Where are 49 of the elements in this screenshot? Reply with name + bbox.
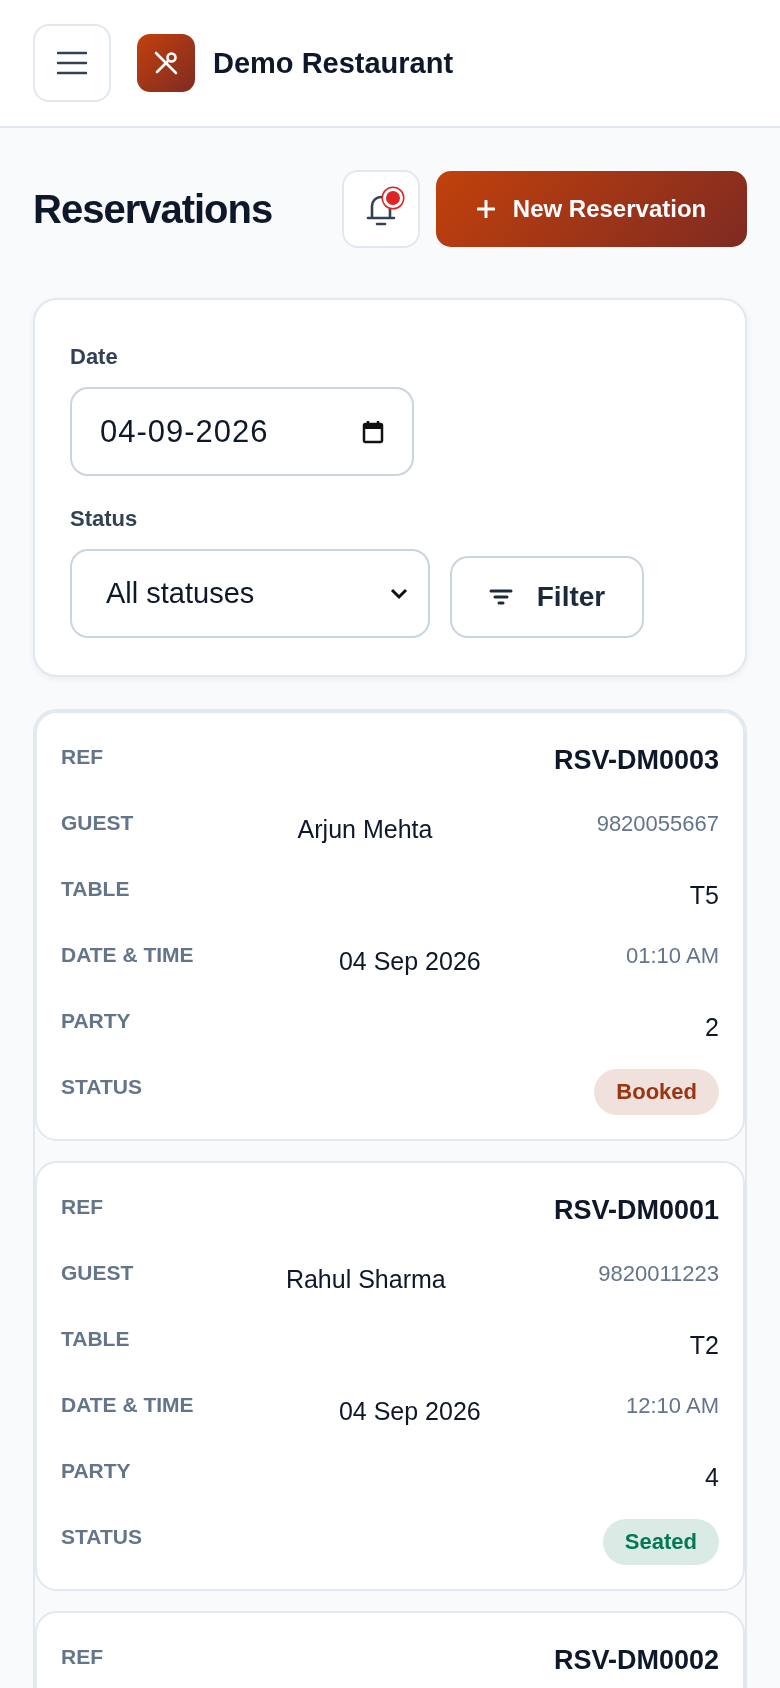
reservation-card[interactable]: REF RSV-DM0003 GUEST Arjun Mehta 9820055667 TABLE T5 DATE & TIME 04 Sep 2026 01:10 AM PARTY 2 STATUS Booked [35, 711, 745, 1141]
status-badge: Booked [594, 1069, 719, 1115]
menu-icon [57, 51, 87, 75]
field-label: GUEST [61, 1260, 134, 1285]
field-detail: 01:10 AM [626, 942, 719, 969]
field-label: REF [61, 1194, 103, 1219]
menu-button[interactable] [33, 24, 111, 102]
date-field[interactable]: 04-09-2026 [70, 387, 414, 476]
field-value: 2 [705, 1012, 719, 1042]
notifications-button[interactable] [342, 170, 420, 248]
field-label: STATUS [61, 1074, 142, 1099]
reservation-card[interactable]: REF RSV-DM0002 [35, 1611, 745, 1688]
restaurant-name: Demo Restaurant [213, 46, 454, 80]
reference-number: RSV-DM0003 [553, 744, 719, 776]
field-label: GUEST [61, 810, 134, 835]
reservation-card[interactable]: REF RSV-DM0001 GUEST Rahul Sharma 9820011223 TABLE T2 DATE & TIME 04 Sep 2026 12:10 AM PARTY 4 STATUS Seated [35, 1161, 745, 1591]
field-label: Date [70, 344, 119, 370]
field-detail: 9820055667 [596, 810, 719, 837]
field-label: DATE & TIME [61, 942, 194, 967]
plus-icon [476, 200, 495, 218]
field-value: 04 Sep 2026 [338, 1396, 481, 1426]
field-value: 04 Sep 2026 [338, 946, 481, 976]
field-label: Status [70, 506, 139, 532]
page-title: Reservations [33, 186, 274, 232]
field-value: Rahul Sharma [285, 1264, 446, 1294]
filter-button[interactable]: Filter [450, 556, 644, 638]
field-label: DATE & TIME [61, 1392, 194, 1417]
field-label: TABLE [61, 1326, 130, 1351]
field-label: STATUS [61, 1524, 142, 1549]
field-label: REF [61, 744, 103, 769]
field-detail: 9820011223 [598, 1260, 719, 1287]
status-badge: Seated [602, 1519, 719, 1565]
new-reservation-button[interactable]: New Reservation [436, 171, 747, 247]
field-label: REF [61, 1644, 103, 1669]
filter-icon [488, 588, 513, 606]
reference-number: RSV-DM0002 [553, 1644, 719, 1676]
status-select[interactable]: All statuses [70, 549, 430, 638]
field-label: TABLE [61, 876, 130, 901]
field-value: Arjun Mehta [297, 814, 433, 844]
utensils-icon [153, 50, 179, 76]
field-value: T5 [689, 880, 719, 910]
field-detail: 12:10 AM [626, 1392, 719, 1419]
field-value: T2 [689, 1330, 719, 1360]
chevron-down-icon [390, 587, 408, 600]
field-label: PARTY [61, 1008, 131, 1033]
field-value: 4 [705, 1462, 719, 1492]
reference-number: RSV-DM0001 [553, 1194, 719, 1226]
calendar-icon [362, 419, 384, 444]
field-label: PARTY [61, 1458, 131, 1483]
